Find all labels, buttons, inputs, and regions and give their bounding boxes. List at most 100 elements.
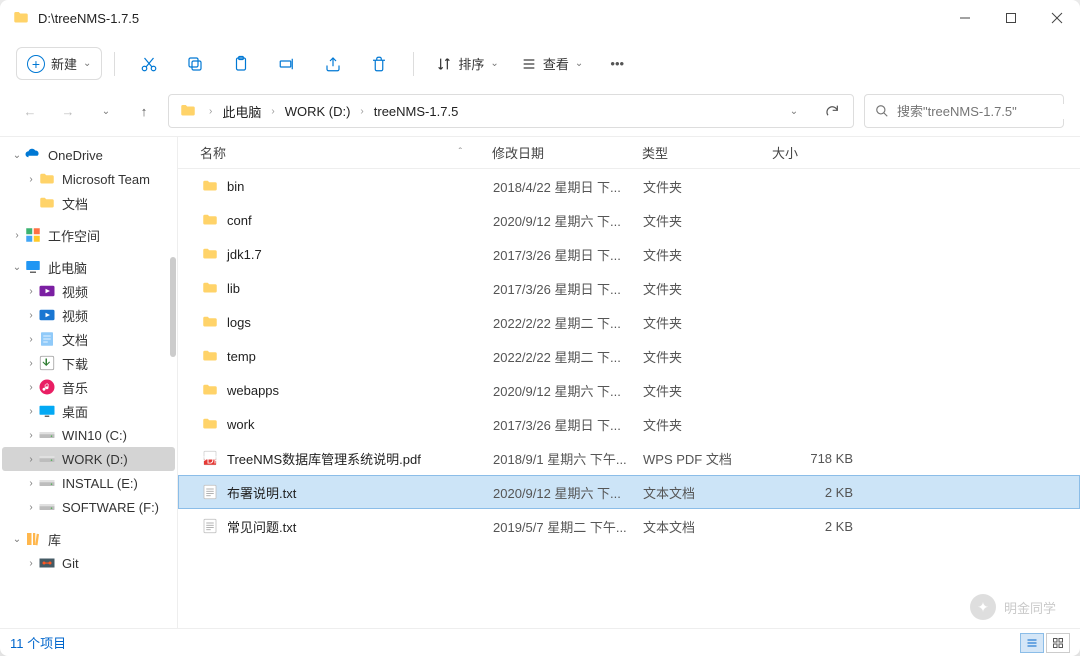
breadcrumb-item[interactable]: treeNMS-1.7.5: [372, 101, 461, 122]
chevron-icon: ›: [24, 310, 38, 321]
folder-icon: [179, 102, 197, 120]
file-row[interactable]: 布署说明.txt2020/9/12 星期六 下...文本文档2 KB: [178, 475, 1080, 509]
paste-button[interactable]: [219, 46, 263, 82]
file-type: 文件夹: [643, 177, 773, 196]
file-type: 文件夹: [643, 347, 773, 366]
breadcrumb-item[interactable]: WORK (D:): [283, 101, 353, 122]
refresh-button[interactable]: [817, 96, 847, 126]
sidebar-item[interactable]: ⌄库: [2, 527, 175, 551]
sidebar-item[interactable]: ›WIN10 (C:): [2, 423, 175, 447]
file-type: 文件夹: [643, 211, 773, 230]
back-button[interactable]: ←: [16, 97, 44, 125]
body: ⌄OneDrive›Microsoft Team文档›工作空间⌄此电脑›视频›视…: [0, 136, 1080, 628]
sidebar-item-label: WORK (D:): [62, 452, 128, 467]
sidebar-item[interactable]: ›视频: [2, 279, 175, 303]
sidebar-item[interactable]: ›音乐: [2, 375, 175, 399]
details-view-button[interactable]: [1020, 633, 1044, 653]
file-row[interactable]: conf2020/9/12 星期六 下...文件夹: [178, 203, 1080, 237]
file-row[interactable]: PDFTreeNMS数据库管理系统说明.pdf2018/9/1 星期六 下午..…: [178, 441, 1080, 475]
sidebar-item[interactable]: ›SOFTWARE (F:): [2, 495, 175, 519]
file-type: 文本文档: [643, 517, 773, 536]
txt-icon: [201, 483, 219, 501]
svg-text:PDF: PDF: [201, 456, 219, 467]
delete-button[interactable]: [357, 46, 401, 82]
close-button[interactable]: [1034, 0, 1080, 36]
folder-icon: [201, 347, 219, 365]
file-row[interactable]: jdk1.72017/3/26 星期日 下...文件夹: [178, 237, 1080, 271]
new-button[interactable]: + 新建 ⌄: [16, 47, 102, 80]
up-button[interactable]: ↑: [130, 97, 158, 125]
plus-icon: +: [27, 55, 45, 73]
file-row[interactable]: lib2017/3/26 星期日 下...文件夹: [178, 271, 1080, 305]
column-header-name[interactable]: 名称 ˆ: [200, 143, 492, 162]
more-button[interactable]: •••: [595, 46, 639, 82]
separator: [114, 52, 115, 76]
column-header-date[interactable]: 修改日期: [492, 143, 642, 162]
sidebar-item-label: INSTALL (E:): [62, 476, 138, 491]
search-icon: [875, 104, 889, 118]
file-date: 2020/9/12 星期六 下...: [493, 483, 643, 502]
file-row[interactable]: bin2018/4/22 星期日 下...文件夹: [178, 169, 1080, 203]
library-icon: [24, 530, 42, 548]
sidebar-item[interactable]: ⌄OneDrive: [2, 143, 175, 167]
thumbnails-view-button[interactable]: [1046, 633, 1070, 653]
view-button[interactable]: 查看 ⌄: [511, 48, 593, 79]
share-button[interactable]: [311, 46, 355, 82]
addressbar[interactable]: › 此电脑 › WORK (D:) › treeNMS-1.7.5 ⌄: [168, 94, 854, 128]
desktop-icon: [38, 402, 56, 420]
file-row[interactable]: webapps2020/9/12 星期六 下...文件夹: [178, 373, 1080, 407]
git-icon: [38, 554, 56, 572]
breadcrumb-item[interactable]: 此电脑: [220, 99, 263, 124]
sidebar-item[interactable]: ›文档: [2, 327, 175, 351]
view-button-label: 查看: [543, 54, 569, 73]
file-type: 文件夹: [643, 313, 773, 332]
sidebar-item[interactable]: ›视频: [2, 303, 175, 327]
cut-button[interactable]: [127, 46, 171, 82]
sidebar-item[interactable]: ›Git: [2, 551, 175, 575]
rename-button[interactable]: [265, 46, 309, 82]
column-header-type[interactable]: 类型: [642, 143, 772, 162]
column-headers: 名称 ˆ 修改日期 类型 大小: [178, 137, 1080, 169]
sidebar-item[interactable]: ›工作空间: [2, 223, 175, 247]
sidebar-item[interactable]: ›下载: [2, 351, 175, 375]
sidebar-item[interactable]: 文档: [2, 191, 175, 215]
file-date: 2022/2/22 星期二 下...: [493, 347, 643, 366]
chevron-icon: ›: [24, 382, 38, 393]
chevron-icon: ⌄: [10, 534, 24, 545]
search-input[interactable]: [897, 104, 1073, 119]
chevron-icon: ›: [24, 406, 38, 417]
sidebar-item[interactable]: ›INSTALL (E:): [2, 471, 175, 495]
sort-button[interactable]: 排序 ⌄: [426, 48, 508, 79]
sidebar-item[interactable]: ›桌面: [2, 399, 175, 423]
recent-button[interactable]: ⌄: [92, 97, 120, 125]
forward-button[interactable]: →: [54, 97, 82, 125]
minimize-button[interactable]: [942, 0, 988, 36]
file-name-label: temp: [227, 349, 256, 364]
sidebar-item-label: 工作空间: [48, 226, 100, 245]
sidebar-item[interactable]: ›WORK (D:): [2, 447, 175, 471]
address-dropdown-button[interactable]: ⌄: [779, 96, 809, 126]
file-size: 2 KB: [773, 485, 853, 500]
file-row[interactable]: logs2022/2/22 星期二 下...文件夹: [178, 305, 1080, 339]
searchbox[interactable]: [864, 94, 1064, 128]
scrollbar[interactable]: [170, 257, 176, 357]
file-date: 2019/5/7 星期二 下午...: [493, 517, 643, 536]
folder-icon: [38, 170, 56, 188]
statusbar: 11 个项目: [0, 628, 1080, 656]
sidebar-item[interactable]: ⌄此电脑: [2, 255, 175, 279]
file-row[interactable]: 常见问题.txt2019/5/7 星期二 下午...文本文档2 KB: [178, 509, 1080, 543]
maximize-button[interactable]: [988, 0, 1034, 36]
file-list[interactable]: bin2018/4/22 星期日 下...文件夹conf2020/9/12 星期…: [178, 169, 1080, 628]
file-type: 文件夹: [643, 381, 773, 400]
file-date: 2020/9/12 星期六 下...: [493, 211, 643, 230]
column-header-size[interactable]: 大小: [772, 143, 852, 162]
sidebar[interactable]: ⌄OneDrive›Microsoft Team文档›工作空间⌄此电脑›视频›视…: [0, 137, 178, 628]
file-row[interactable]: temp 2022/2/22 星期二 下...文件夹: [178, 339, 1080, 373]
sidebar-item[interactable]: ›Microsoft Team: [2, 167, 175, 191]
file-row[interactable]: work2017/3/26 星期日 下...文件夹: [178, 407, 1080, 441]
file-name-label: logs: [227, 315, 251, 330]
copy-button[interactable]: [173, 46, 217, 82]
folder-icon: [201, 177, 219, 195]
file-type: WPS PDF 文档: [643, 449, 773, 468]
chevron-icon: ›: [24, 430, 38, 441]
